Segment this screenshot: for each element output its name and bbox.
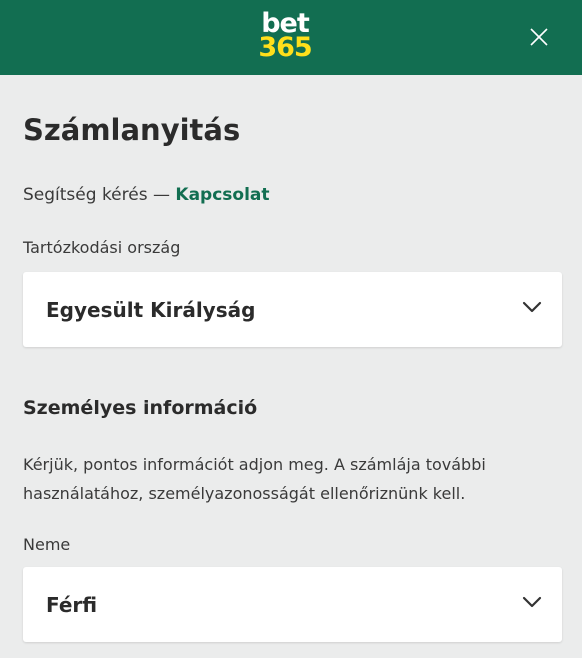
help-line: Segítség kérés — Kapcsolat	[23, 185, 270, 205]
personal-info-description: Kérjük, pontos információt adjon meg. A …	[23, 455, 486, 503]
gender-label: Neme	[23, 535, 71, 554]
gender-value: Férfi	[46, 593, 98, 617]
header-bar: bet 365	[0, 0, 582, 75]
contact-link[interactable]: Kapcsolat	[175, 185, 269, 205]
personal-info-heading: Személyes információ	[23, 397, 258, 419]
chevron-down-icon	[522, 596, 542, 608]
logo-text-bottom: 365	[258, 32, 312, 63]
country-select[interactable]: Egyesült Királyság	[23, 272, 562, 347]
close-icon	[530, 28, 548, 46]
help-text: Segítség kérés —	[23, 185, 176, 205]
country-label: Tartózkodási ország	[23, 238, 181, 257]
page-title: Számlanyitás	[23, 113, 241, 147]
gender-select[interactable]: Férfi	[23, 567, 562, 642]
bet365-logo: bet 365	[257, 10, 313, 63]
chevron-down-icon	[522, 301, 542, 313]
country-value: Egyesült Királyság	[46, 298, 256, 322]
close-button[interactable]	[528, 26, 550, 48]
